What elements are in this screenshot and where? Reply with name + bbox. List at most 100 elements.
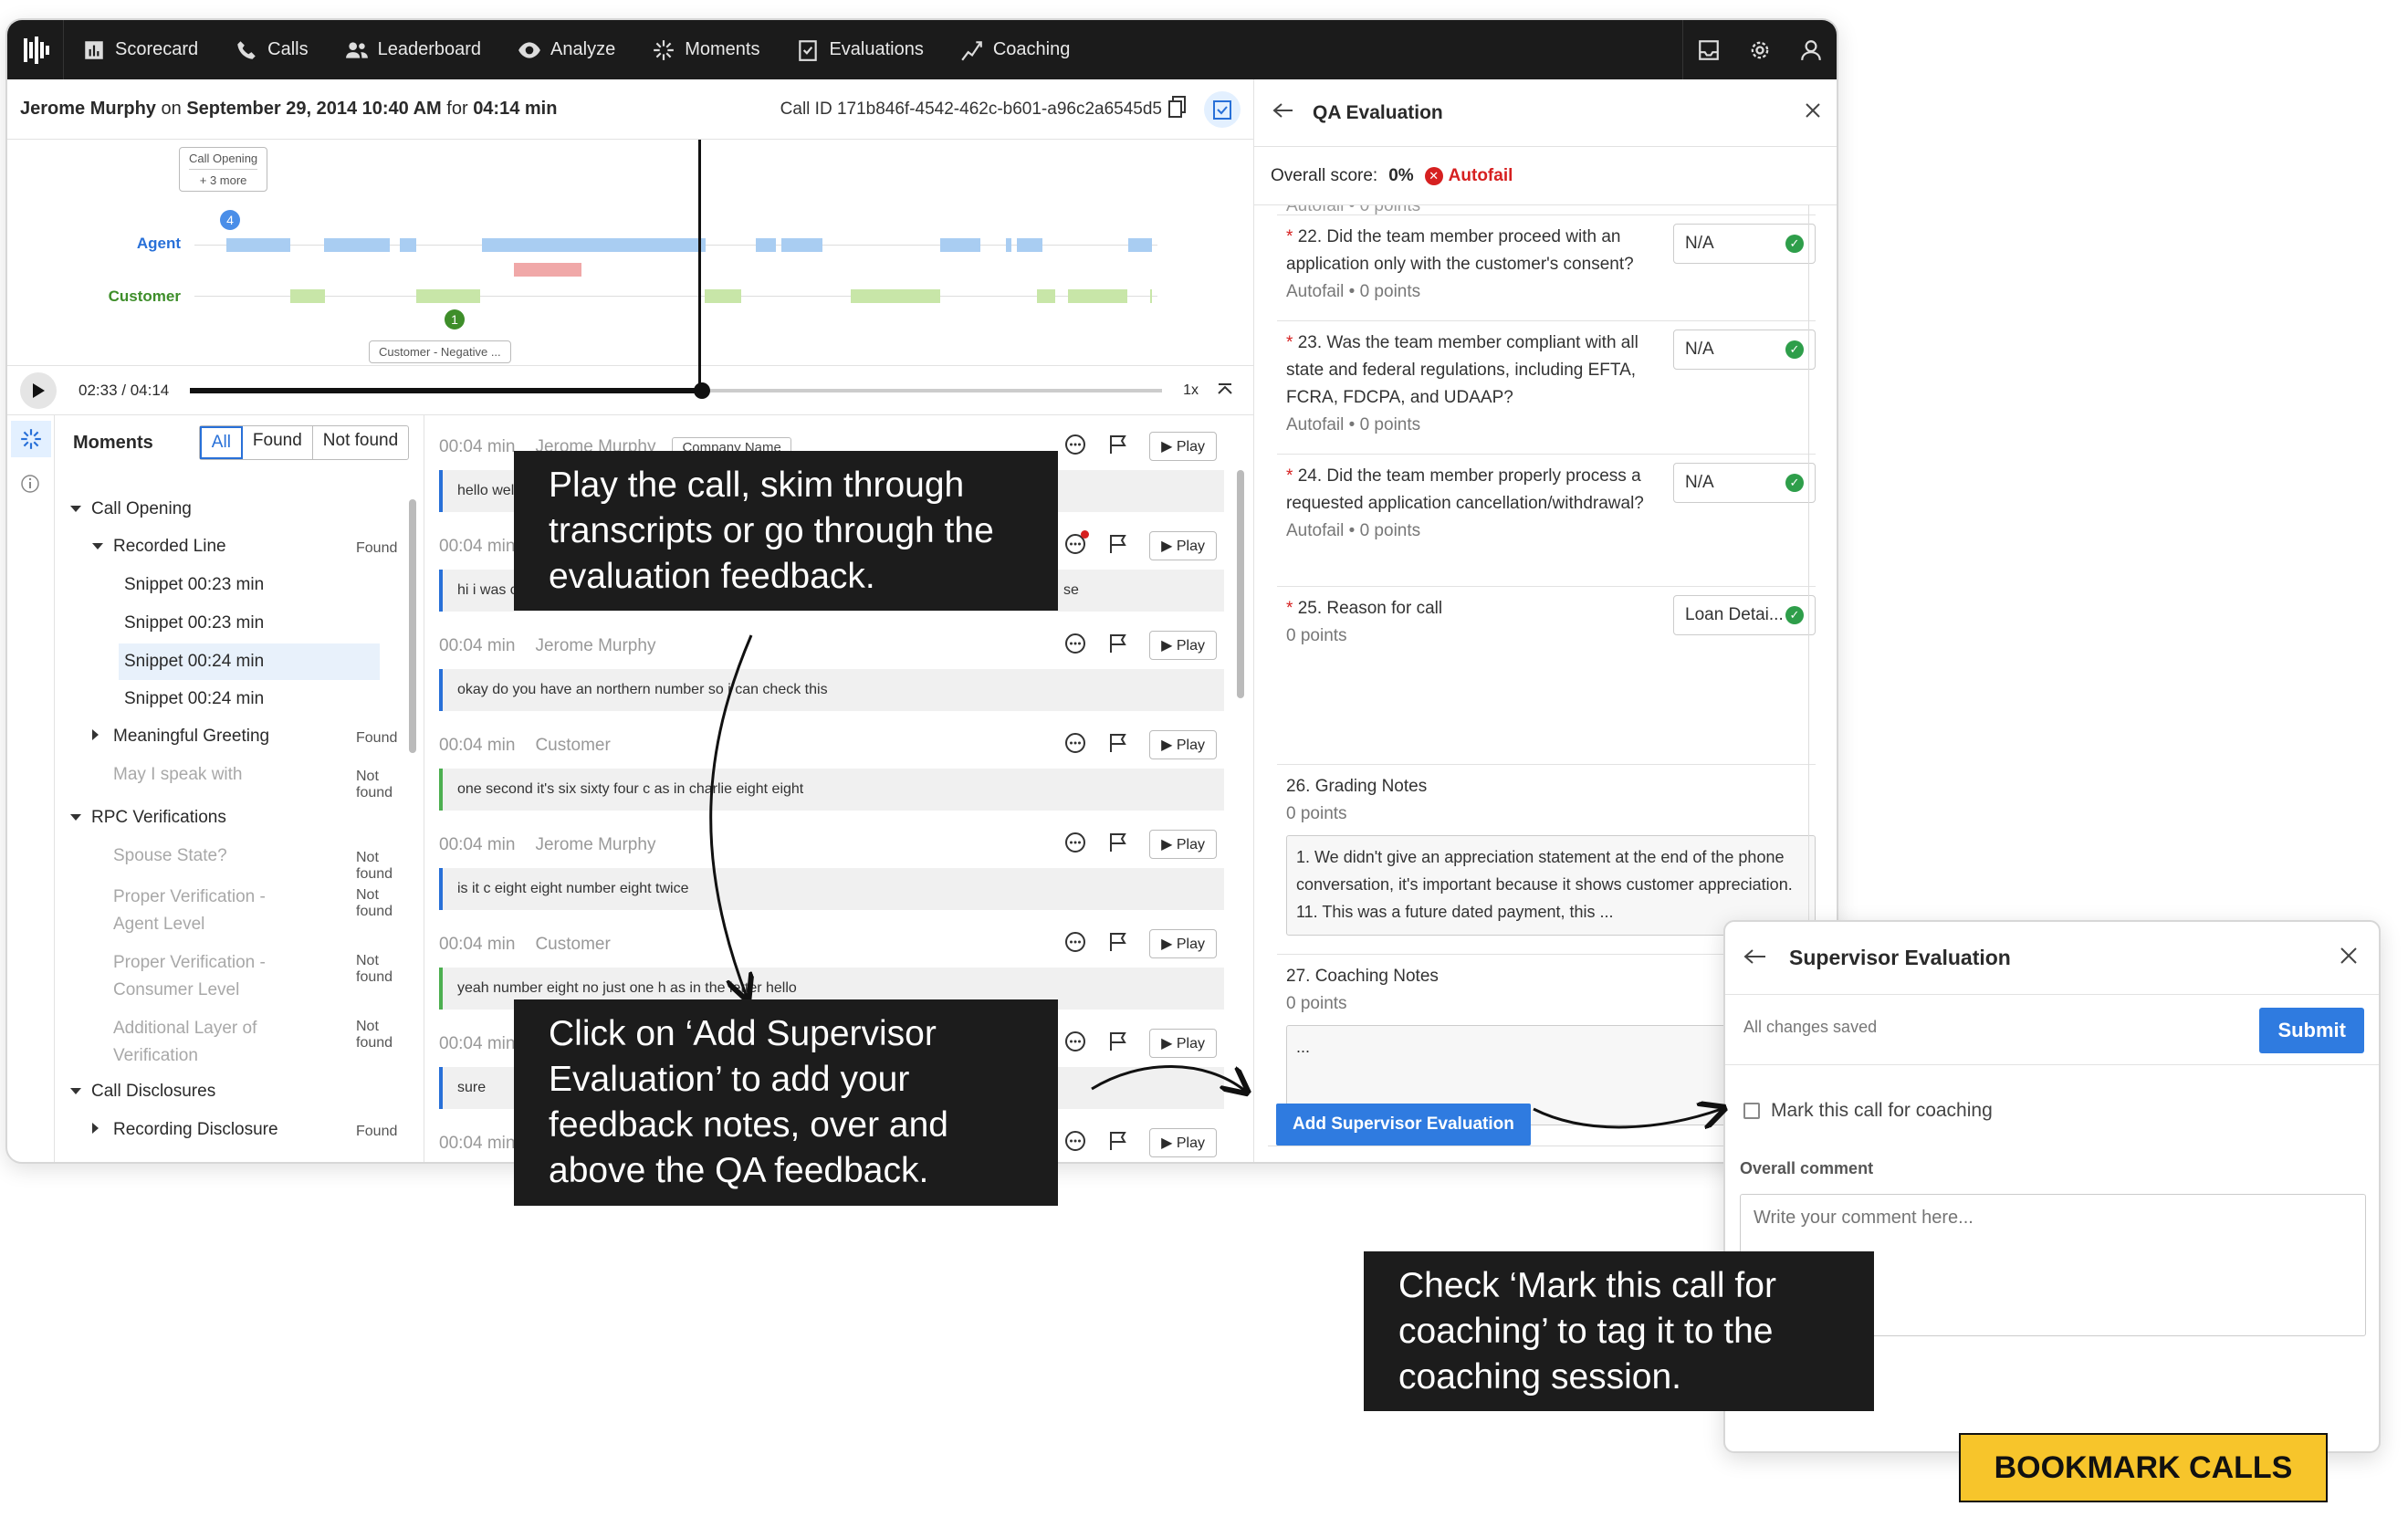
agent-speech-segment[interactable] xyxy=(482,238,706,252)
caret-down-icon[interactable] xyxy=(69,808,91,828)
moment-tree-item[interactable]: May I speak with Not found xyxy=(91,765,406,800)
app-logo-icon[interactable] xyxy=(7,20,64,79)
filter-all[interactable]: All xyxy=(199,426,243,459)
play-snippet-button[interactable]: ▶ Play xyxy=(1149,531,1217,560)
caret-down-icon[interactable] xyxy=(69,499,91,519)
moments-scrollbar[interactable] xyxy=(409,499,416,753)
customer-speech-segment[interactable] xyxy=(416,289,480,303)
nav-analyze[interactable]: Analyze xyxy=(499,20,633,79)
mark-coaching-checkbox[interactable] xyxy=(1743,1103,1760,1119)
moment-tree-item[interactable]: Proper Verification - Consumer Level Not … xyxy=(91,949,406,1004)
filter-found[interactable]: Found xyxy=(243,426,313,459)
timeline-callout[interactable]: Call Opening + 3 more xyxy=(179,147,268,192)
agent-speech-segment[interactable] xyxy=(1128,238,1152,252)
customer-speech-segment[interactable] xyxy=(1068,289,1127,303)
customer-speech-segment[interactable] xyxy=(705,289,741,303)
nav-scorecard[interactable]: Scorecard xyxy=(64,20,216,79)
agent-speech-segment[interactable] xyxy=(226,238,290,252)
moment-tree-item[interactable]: Proper Verification - Agent Level Not fou… xyxy=(91,884,406,938)
moment-tree-item[interactable]: Snippet 00:24 min xyxy=(119,643,380,680)
play-snippet-button[interactable]: ▶ Play xyxy=(1149,730,1217,759)
agent-speech-segment[interactable] xyxy=(756,238,776,252)
flag-icon[interactable] xyxy=(1107,931,1129,957)
back-arrow-icon[interactable] xyxy=(1272,102,1294,124)
user-icon[interactable] xyxy=(1785,20,1837,79)
call-timeline[interactable]: Call Opening + 3 more 4 Agent Customer 1… xyxy=(7,140,1253,366)
filter-not-found[interactable]: Not found xyxy=(313,426,408,459)
transcript-scrollbar[interactable] xyxy=(1237,470,1244,698)
timeline-playhead[interactable] xyxy=(698,140,701,395)
caret-down-icon[interactable] xyxy=(69,1082,91,1102)
comment-icon[interactable] xyxy=(1063,731,1087,759)
moment-tree-item[interactable]: Call Disclosures xyxy=(69,1082,406,1102)
play-snippet-button[interactable]: ▶ Play xyxy=(1149,830,1217,859)
caret-right-icon[interactable] xyxy=(91,1120,113,1140)
agent-speech-segment[interactable] xyxy=(1017,238,1042,252)
nav-evaluations[interactable]: Evaluations xyxy=(778,20,941,79)
customer-moment-badge[interactable]: 1 xyxy=(445,309,465,330)
flag-icon[interactable] xyxy=(1107,1031,1129,1057)
moment-tree-item[interactable]: Snippet 00:23 min xyxy=(124,613,406,633)
comment-icon[interactable] xyxy=(1063,831,1087,859)
moment-tree-item[interactable]: RPC Verifications xyxy=(69,808,406,828)
collapse-icon[interactable] xyxy=(1217,382,1233,400)
negative-sentiment-segment[interactable] xyxy=(514,263,581,277)
caret-down-icon[interactable] xyxy=(91,537,113,557)
comment-icon[interactable] xyxy=(1063,1129,1087,1157)
agent-speech-segment[interactable] xyxy=(1006,238,1011,252)
info-icon[interactable] xyxy=(20,474,40,498)
close-icon[interactable] xyxy=(1804,101,1822,125)
gear-icon[interactable] xyxy=(1734,20,1785,79)
nav-coaching[interactable]: Coaching xyxy=(942,20,1089,79)
negative-callout[interactable]: Customer - Negative ... xyxy=(369,340,511,363)
comment-icon[interactable] xyxy=(1063,632,1087,660)
moment-tree-item[interactable]: Recording Disclosure Found xyxy=(91,1120,406,1140)
flag-icon[interactable] xyxy=(1107,832,1129,858)
agent-speech-segment[interactable] xyxy=(781,238,822,252)
answer-select[interactable]: Loan Detai... ✓ xyxy=(1673,595,1816,635)
moment-tree-item[interactable]: Spouse State? Not found xyxy=(91,846,406,882)
agent-speech-segment[interactable] xyxy=(324,238,390,252)
answer-select[interactable]: N/A ✓ xyxy=(1673,463,1816,503)
progress-knob[interactable] xyxy=(694,382,710,399)
back-arrow-icon[interactable] xyxy=(1743,946,1767,970)
flag-icon[interactable] xyxy=(1107,533,1129,560)
speed-control[interactable]: 1x xyxy=(1183,382,1199,399)
play-snippet-button[interactable]: ▶ Play xyxy=(1149,929,1217,958)
flag-icon[interactable] xyxy=(1107,732,1129,758)
moment-tree-item[interactable]: Call Opening xyxy=(69,499,406,519)
comment-icon[interactable] xyxy=(1063,433,1087,461)
agent-moment-badge[interactable]: 4 xyxy=(220,210,240,230)
transcript-text[interactable]: okay do you have an northern number so i… xyxy=(439,669,1224,711)
moments-rail-icon[interactable] xyxy=(11,421,51,457)
agent-speech-segment[interactable] xyxy=(940,238,980,252)
play-button[interactable] xyxy=(20,371,57,409)
close-icon[interactable] xyxy=(2339,946,2359,971)
comment-icon[interactable] xyxy=(1063,1030,1087,1058)
customer-speech-segment[interactable] xyxy=(1037,289,1055,303)
nav-calls[interactable]: Calls xyxy=(216,20,326,79)
mark-coaching-label[interactable]: Mark this call for coaching xyxy=(1771,1100,1993,1122)
play-snippet-button[interactable]: ▶ Play xyxy=(1149,432,1217,461)
moment-tree-item[interactable]: Meaningful Greeting Found xyxy=(91,727,406,747)
nav-moments[interactable]: Moments xyxy=(633,20,778,79)
transcript-text[interactable]: is it c eight eight number eight twice xyxy=(439,868,1224,910)
agent-speech-segment[interactable] xyxy=(400,238,416,252)
copy-icon[interactable] xyxy=(1167,95,1188,124)
nav-leaderboard[interactable]: Leaderboard xyxy=(327,20,499,79)
moment-tree-item[interactable]: Additional Layer of Verification Not foun… xyxy=(91,1015,406,1070)
comment-icon[interactable] xyxy=(1063,529,1090,560)
answer-select[interactable]: N/A ✓ xyxy=(1673,224,1816,264)
evaluation-toggle-icon[interactable] xyxy=(1204,90,1241,128)
transcript-text[interactable]: one second it's six sixty four c as in c… xyxy=(439,769,1224,811)
add-supervisor-evaluation-button[interactable]: Add Supervisor Evaluation xyxy=(1276,1104,1531,1146)
inbox-icon[interactable] xyxy=(1683,20,1734,79)
caret-right-icon[interactable] xyxy=(91,727,113,747)
comment-icon[interactable] xyxy=(1063,930,1087,958)
answer-select[interactable]: N/A ✓ xyxy=(1673,330,1816,370)
play-snippet-button[interactable]: ▶ Play xyxy=(1149,631,1217,660)
customer-speech-segment[interactable] xyxy=(290,289,325,303)
flag-icon[interactable] xyxy=(1107,633,1129,659)
play-snippet-button[interactable]: ▶ Play xyxy=(1149,1128,1217,1157)
flag-icon[interactable] xyxy=(1107,1130,1129,1156)
